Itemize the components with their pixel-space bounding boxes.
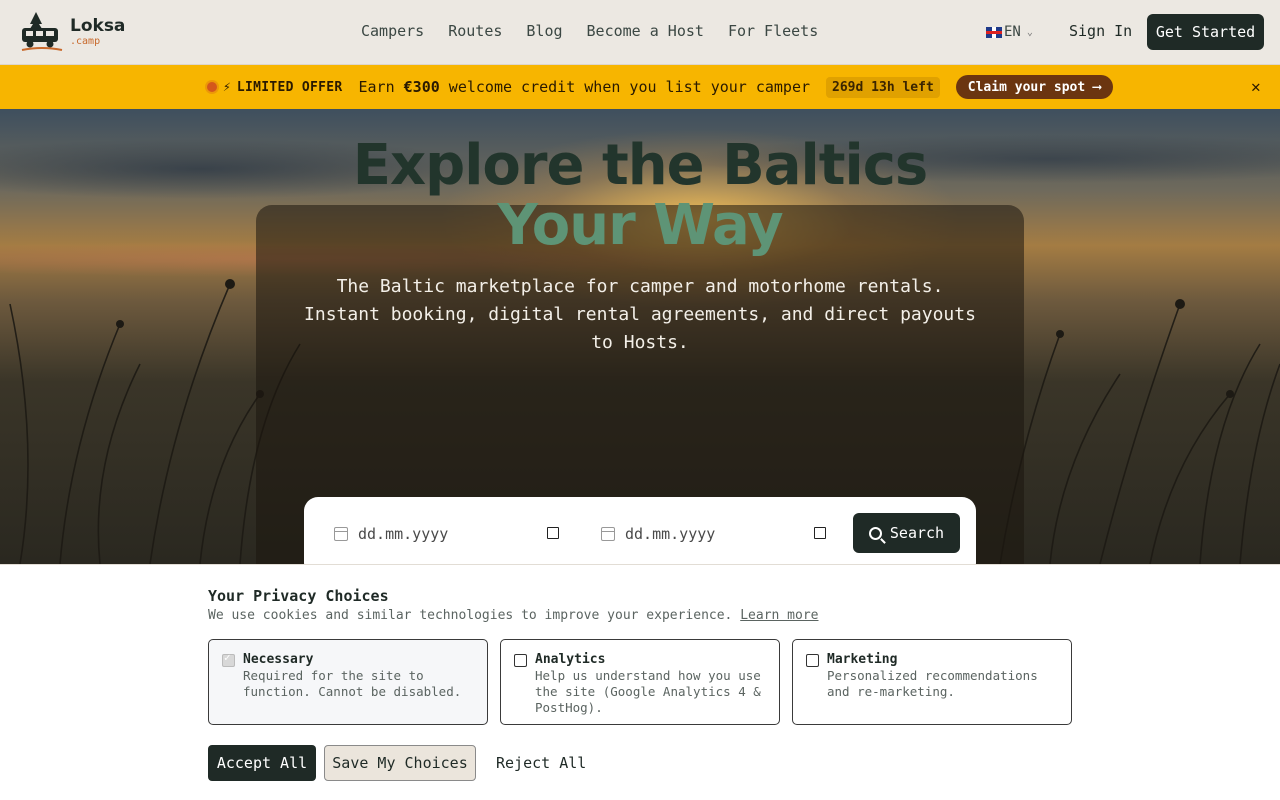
pulse-dot-icon — [207, 82, 217, 92]
nav-link-become-host[interactable]: Become a Host — [587, 22, 704, 40]
offer-amount: €300 — [403, 78, 440, 96]
option-analytics[interactable]: Analytics Help us understand how you use… — [500, 639, 780, 725]
claim-spot-button[interactable]: Claim your spot ⟶ — [955, 75, 1113, 99]
start-date-placeholder: dd.mm.yyyy — [358, 525, 449, 543]
end-date-placeholder: dd.mm.yyyy — [625, 525, 716, 543]
get-started-button[interactable]: Get Started — [1147, 14, 1264, 50]
end-date-input[interactable]: dd.mm.yyyy — [601, 525, 829, 543]
language-label: EN — [1004, 24, 1021, 40]
top-navbar: Loksa .camp Campers Routes Blog Become a… — [0, 0, 1280, 65]
logo-name: Loksa — [70, 15, 126, 36]
option-description: Help us understand how you use the site … — [535, 668, 761, 715]
necessary-checkbox — [222, 651, 235, 667]
option-title: Analytics — [535, 652, 606, 667]
nav-link-campers[interactable]: Campers — [361, 22, 424, 40]
option-marketing[interactable]: Marketing Personalized recommendations a… — [792, 639, 1072, 725]
privacy-description: We use cookies and similar technologies … — [208, 608, 819, 623]
offer-banner: ⚡ LIMITED OFFER Earn €300 welcome credit… — [0, 65, 1280, 109]
offer-countdown: 269d 13h left — [826, 76, 940, 98]
close-icon[interactable]: ✕ — [1251, 77, 1261, 96]
nav-links: Campers Routes Blog Become a Host For Fl… — [361, 22, 842, 40]
option-description: Required for the site to function. Canno… — [243, 668, 462, 699]
marketing-checkbox[interactable] — [806, 654, 819, 667]
sign-in-link[interactable]: Sign In — [1069, 22, 1132, 40]
offer-label: LIMITED OFFER — [236, 79, 343, 95]
accept-all-button[interactable]: Accept All — [208, 745, 316, 781]
option-necessary: Necessary Required for the site to funct… — [208, 639, 488, 725]
chevron-down-icon: ⌄ — [1026, 26, 1033, 38]
language-selector[interactable]: EN ⌄ — [986, 24, 1033, 40]
date-picker-icon[interactable] — [547, 527, 559, 539]
option-title: Marketing — [827, 652, 898, 667]
uk-flag-icon — [986, 26, 1002, 38]
calendar-icon — [601, 527, 615, 541]
option-title: Necessary — [243, 652, 314, 667]
search-button[interactable]: Search — [853, 513, 960, 553]
logo[interactable]: Loksa .camp — [20, 10, 125, 54]
calendar-icon — [334, 527, 348, 541]
option-description: Personalized recommendations and re-mark… — [827, 668, 1038, 699]
privacy-title: Your Privacy Choices — [208, 587, 389, 605]
search-icon — [868, 526, 882, 540]
nav-link-for-fleets[interactable]: For Fleets — [728, 22, 818, 40]
privacy-banner: Your Privacy Choices We use cookies and … — [0, 564, 1280, 800]
save-choices-button[interactable]: Save My Choices — [324, 745, 476, 781]
hero-title-line1: Explore the Baltics — [352, 133, 929, 198]
date-picker-icon[interactable] — [814, 527, 826, 539]
start-date-input[interactable]: dd.mm.yyyy — [334, 525, 562, 543]
lightning-icon: ⚡ — [223, 79, 231, 95]
hero-subtitle: The Baltic marketplace for camper and mo… — [304, 276, 976, 353]
search-button-label: Search — [889, 524, 945, 542]
nav-link-routes[interactable]: Routes — [448, 22, 502, 40]
hero-title-line2: Your Way — [497, 193, 783, 258]
camper-logo-icon — [21, 12, 63, 51]
offer-text: Earn €300 welcome credit when you list y… — [358, 78, 811, 96]
analytics-checkbox[interactable] — [514, 654, 527, 667]
logo-sub: .camp — [70, 35, 101, 47]
learn-more-link[interactable]: Learn more — [740, 608, 818, 623]
nav-link-blog[interactable]: Blog — [526, 22, 562, 40]
reject-all-button[interactable]: Reject All — [486, 745, 596, 781]
